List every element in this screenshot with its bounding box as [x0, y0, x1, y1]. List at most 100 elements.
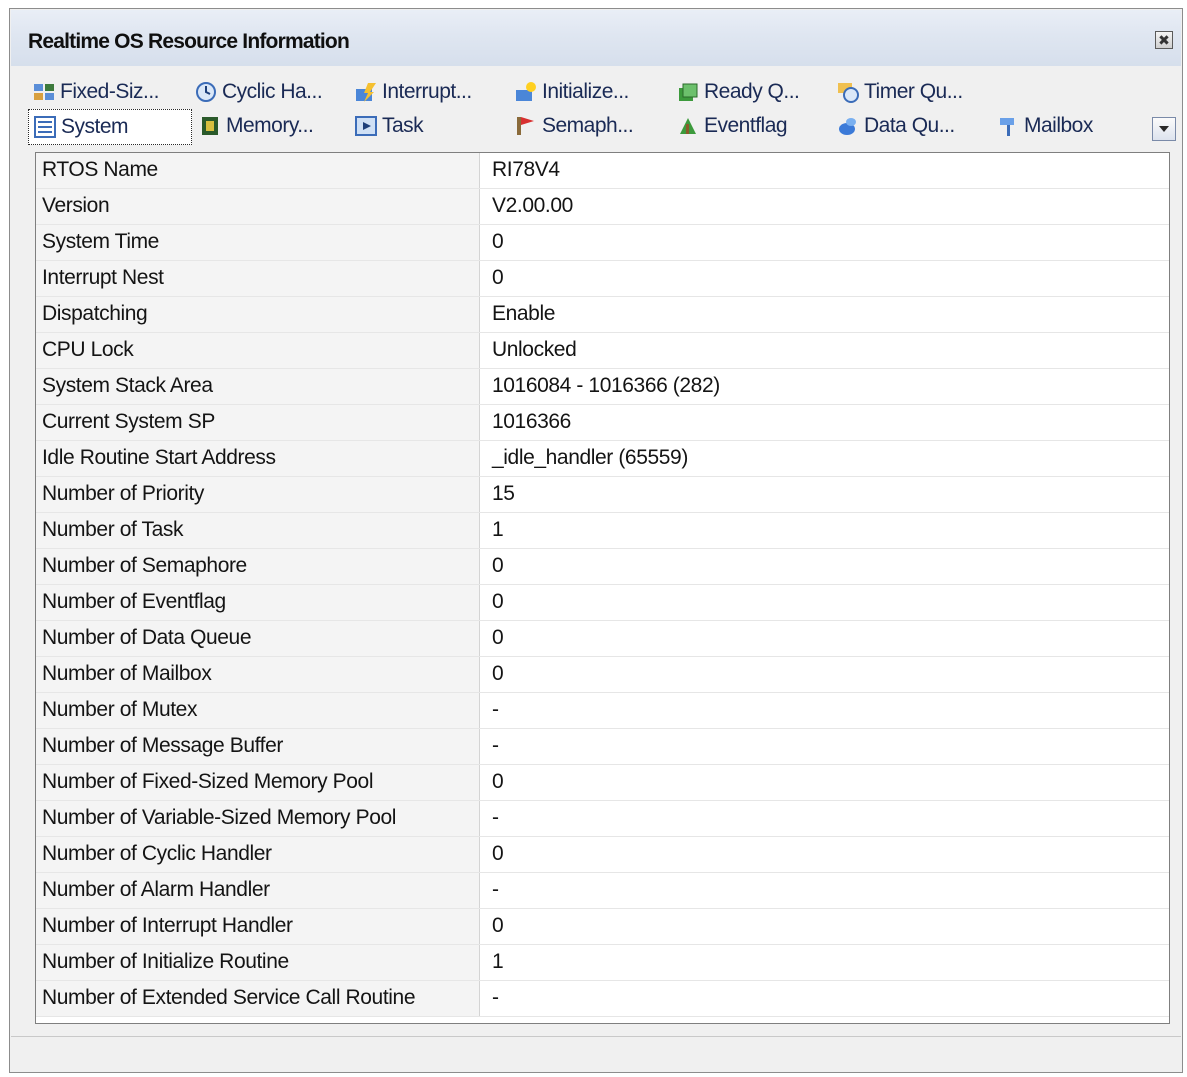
table-row[interactable]: Number of Eventflag 0 — [36, 585, 1169, 621]
table-row[interactable]: Number of Mailbox 0 — [36, 657, 1169, 693]
table-row[interactable]: Dispatching Enable — [36, 297, 1169, 333]
table-row[interactable]: Number of Alarm Handler - — [36, 873, 1169, 909]
status-bar — [11, 1036, 1181, 1071]
table-row[interactable]: Number of Message Buffer - — [36, 729, 1169, 765]
property-name: System Time — [36, 225, 480, 260]
property-name: Number of Interrupt Handler — [36, 909, 480, 944]
property-value: 0 — [492, 842, 504, 865]
tab-label: Semaph... — [542, 114, 634, 137]
property-value: 15 — [492, 482, 515, 505]
tab-mailbox[interactable]: Mailbox — [996, 109, 1093, 143]
tab-system[interactable]: System — [28, 109, 192, 145]
property-value: 1 — [492, 518, 504, 541]
ready-queue-icon — [679, 83, 698, 101]
table-row[interactable]: Number of Extended Service Call Routine - — [36, 981, 1169, 1017]
tab-cyclic-handler[interactable]: Cyclic Ha... — [194, 75, 323, 109]
table-row[interactable]: Number of Initialize Routine 1 — [36, 945, 1169, 981]
close-button[interactable]: ✖ — [1155, 31, 1173, 49]
property-name: Idle Routine Start Address — [36, 441, 480, 476]
table-row[interactable]: Number of Cyclic Handler 0 — [36, 837, 1169, 873]
table-row[interactable]: Current System SP 1016366 — [36, 405, 1169, 441]
tab-task[interactable]: Task — [354, 109, 424, 143]
property-name: System Stack Area — [36, 369, 480, 404]
mailbox-icon — [1000, 118, 1014, 136]
property-value: Unlocked — [492, 338, 577, 361]
chevron-down-icon — [1159, 126, 1169, 132]
tab-initialize-routine[interactable]: Initialize... — [514, 75, 629, 109]
table-row[interactable]: Version V2.00.00 — [36, 189, 1169, 225]
table-row[interactable]: Number of Data Queue 0 — [36, 621, 1169, 657]
tab-interrupt-handler[interactable]: Interrupt... — [354, 75, 472, 109]
property-value: 0 — [492, 626, 504, 649]
tab-label: Memory... — [226, 114, 314, 137]
property-value: 1016366 — [492, 410, 571, 433]
property-name: Number of Priority — [36, 477, 480, 512]
property-name: Number of Message Buffer — [36, 729, 480, 764]
property-name: Number of Mutex — [36, 693, 480, 728]
system-info-table[interactable]: RTOS Name RI78V4 Version V2.00.00 System Tim… — [35, 152, 1170, 1024]
table-row[interactable]: Idle Routine Start Address _idle_handler … — [36, 441, 1169, 477]
system-icon — [34, 116, 56, 138]
property-value: 0 — [492, 590, 504, 613]
tab-fixed-sized-memory-pool[interactable]: Fixed-Siz... — [32, 75, 160, 109]
property-name: Number of Extended Service Call Routine — [36, 981, 480, 1016]
tab-semaphore[interactable]: Semaph... — [514, 109, 634, 143]
tab-ready-queue[interactable]: Ready Q... — [676, 75, 800, 109]
property-name: Version — [36, 189, 480, 224]
table-row[interactable]: Number of Fixed-Sized Memory Pool 0 — [36, 765, 1169, 801]
table-row[interactable]: Interrupt Nest 0 — [36, 261, 1169, 297]
property-value: 0 — [492, 914, 504, 937]
tab-strip: Fixed-Siz... Cyclic Ha... Interrupt... I… — [11, 67, 1181, 149]
property-name: Number of Variable-Sized Memory Pool — [36, 801, 480, 836]
property-name: Dispatching — [36, 297, 480, 332]
title-bar: Realtime OS Resource Information ✖ — [11, 10, 1181, 66]
fixed-size-memory-pool-icon — [34, 84, 54, 100]
property-name: Number of Task — [36, 513, 480, 548]
tab-data-queue[interactable]: Data Qu... — [836, 109, 955, 143]
semaphore-icon — [517, 117, 534, 135]
property-value: 1 — [492, 950, 504, 973]
property-value: 0 — [492, 554, 504, 577]
property-value: V2.00.00 — [492, 194, 573, 217]
window-title: Realtime OS Resource Information — [28, 30, 350, 53]
tab-label: Data Qu... — [864, 114, 955, 137]
property-name: Number of Semaphore — [36, 549, 480, 584]
property-name: Interrupt Nest — [36, 261, 480, 296]
tab-label: Cyclic Ha... — [222, 80, 323, 103]
property-value: - — [492, 986, 499, 1009]
property-name: Current System SP — [36, 405, 480, 440]
tab-overflow-button[interactable] — [1152, 117, 1176, 141]
interrupt-handler-icon — [356, 83, 376, 102]
table-row[interactable]: Number of Semaphore 0 — [36, 549, 1169, 585]
tab-timer-queue[interactable]: Timer Qu... — [836, 75, 963, 109]
memory-icon — [202, 117, 218, 135]
tab-label: Initialize... — [542, 80, 629, 103]
property-value: 0 — [492, 230, 504, 253]
table-row[interactable]: System Stack Area 1016084 - 1016366 (282) — [36, 369, 1169, 405]
table-row[interactable]: CPU Lock Unlocked — [36, 333, 1169, 369]
property-value: RI78V4 — [492, 158, 560, 181]
property-value: 0 — [492, 770, 504, 793]
property-value: 0 — [492, 662, 504, 685]
property-name: Number of Alarm Handler — [36, 873, 480, 908]
table-row[interactable]: Number of Priority 15 — [36, 477, 1169, 513]
property-value: 1016084 - 1016366 (282) — [492, 374, 720, 397]
property-name: CPU Lock — [36, 333, 480, 368]
property-value: - — [492, 806, 499, 829]
property-value: Enable — [492, 302, 555, 325]
property-value: - — [492, 734, 499, 757]
tab-label: Mailbox — [1024, 114, 1093, 137]
property-value: _idle_handler (65559) — [492, 446, 688, 469]
property-name: RTOS Name — [36, 153, 480, 188]
table-row[interactable]: Number of Variable-Sized Memory Pool - — [36, 801, 1169, 837]
tab-memory[interactable]: Memory... — [198, 109, 314, 143]
table-row[interactable]: Number of Task 1 — [36, 513, 1169, 549]
data-queue-icon — [839, 118, 856, 135]
table-row[interactable]: RTOS Name RI78V4 — [36, 153, 1169, 189]
tab-eventflag[interactable]: Eventflag — [676, 109, 788, 143]
table-row[interactable]: Number of Mutex - — [36, 693, 1169, 729]
table-row[interactable]: System Time 0 — [36, 225, 1169, 261]
table-row[interactable]: Number of Interrupt Handler 0 — [36, 909, 1169, 945]
tab-label: Task — [382, 114, 424, 137]
tab-label: System — [61, 115, 129, 138]
